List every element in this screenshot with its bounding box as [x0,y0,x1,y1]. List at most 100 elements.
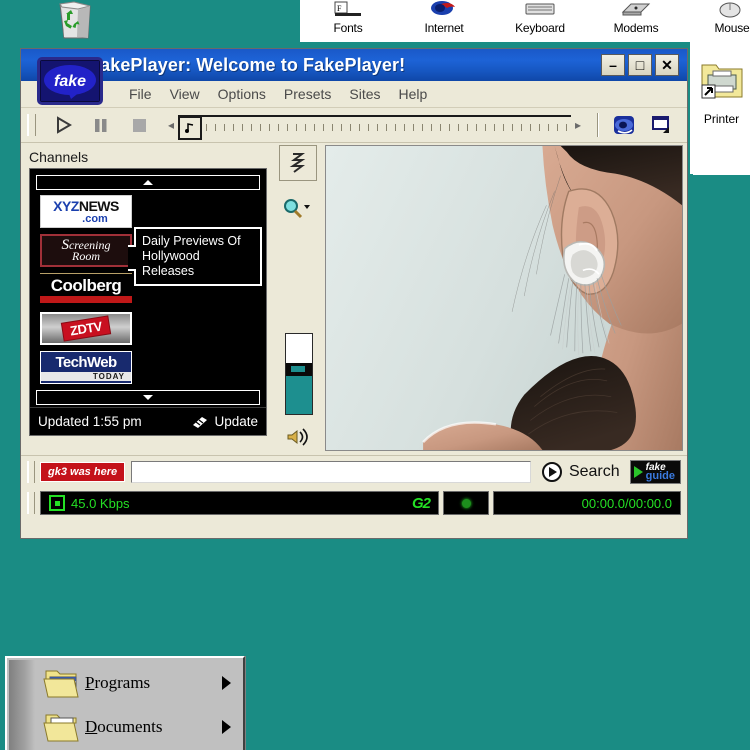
menu-file[interactable]: File [129,86,152,102]
xyz-part: XYZ [53,197,79,214]
internet-icon [396,0,492,20]
volume-track-filled [286,375,312,414]
start-menu-banner [9,660,35,750]
channel-item-xyznews[interactable]: XYZNEWS .com [40,195,132,228]
caret-down-icon [143,395,153,400]
record-dot-icon [461,498,471,508]
control-panel-icon-strip: F Fonts Internet Keyboard Modems Mouse [300,0,750,42]
pause-button[interactable] [82,115,120,135]
status-bar: 45.0 Kbps G2 00:00.0/00:00.0 [21,488,687,520]
screening-room-text: Screening Room [61,237,110,263]
zoom-dropdown-button[interactable] [281,195,317,221]
start-menu: Programs Documents [5,656,245,750]
status-time-panel: 00:00.0/00:00.0 [493,491,681,515]
svg-text:fake: fake [54,73,86,90]
seek-prev-icon[interactable]: ◂ [164,118,178,132]
internet-button[interactable] [605,114,643,136]
window-resize-button[interactable] [643,114,681,136]
cpl-item-mouse[interactable]: Mouse [684,0,750,35]
window-titlebar[interactable]: FakePlayer: Welcome to FakePlayer! – □ ✕ [21,49,687,81]
menu-view[interactable]: View [170,86,200,102]
update-button[interactable]: Update [191,414,258,429]
cpl-item-internet[interactable]: Internet [396,0,492,35]
printers-folder-icon[interactable]: Printer [693,45,750,175]
channels-updated-row: Updated 1:55 pm Update [30,407,266,435]
channels-scroll-up[interactable] [36,175,260,190]
modems-icon [588,0,684,20]
statusbar-grip[interactable] [27,492,35,514]
volume-track-empty [286,334,312,363]
fonts-icon: F [300,0,396,20]
cpl-item-fonts[interactable]: F Fonts [300,0,396,35]
coolberg-text: Coolberg [50,276,122,295]
search-play-icon [541,462,562,482]
searchbar-grip[interactable] [27,461,35,483]
channels-title: Channels [29,149,89,165]
techweb-today: TODAY [41,371,131,381]
desktop: F Fonts Internet Keyboard Modems Mouse P… [0,0,750,750]
techweb-text: TechWeb [55,353,117,371]
volume-slider[interactable] [285,333,313,415]
tooltip-text: Daily Previews Of Hollywood Releases [142,234,241,278]
cpl-item-modems[interactable]: Modems [588,0,684,35]
bitrate-text: 45.0 Kbps [71,495,130,511]
channel-item-screening-room[interactable]: Screening Room [40,234,132,267]
caret-up-icon [143,180,153,185]
menu-options[interactable]: Options [218,86,266,102]
cpl-item-keyboard[interactable]: Keyboard [492,0,588,35]
seek-track[interactable] [178,115,571,140]
volume-thumb[interactable] [286,363,312,375]
signal-icon [49,495,65,511]
documents-label: Documents [85,717,163,736]
status-bitrate-panel: 45.0 Kbps G2 [40,491,439,515]
maximize-button[interactable]: □ [628,54,652,76]
search-input[interactable] [131,461,531,483]
stop-button[interactable] [120,115,158,135]
start-menu-item-programs[interactable]: Programs [39,660,241,706]
channels-pane: Channels XYZNEWS .com Screening Room Coo… [21,143,273,455]
channels-scroll-down[interactable] [36,390,260,405]
fake-guide-button[interactable]: fake guide [629,460,681,484]
seek-bar[interactable]: ◂ ▸ [164,113,585,140]
cpl-label-fonts: Fonts [333,21,363,35]
collapse-panel-button[interactable] [279,145,317,181]
recycle-bin-icon[interactable] [44,0,106,40]
programs-submenu-arrow [222,676,231,690]
seek-ticks [206,124,569,131]
channels-list: XYZNEWS .com Screening Room Coolberg ZDTV [29,168,267,436]
programs-label: Programs [85,673,151,692]
menu-help[interactable]: Help [399,86,428,102]
screening-room-word: Room [71,248,100,263]
update-label: Update [214,414,258,429]
channel-item-techweb[interactable]: TechWeb TODAY [40,351,132,384]
channel-logo-list: XYZNEWS .com Screening Room Coolberg ZDTV [40,195,134,390]
playback-toolbar: ◂ ▸ [21,108,687,143]
channel-tooltip: Daily Previews Of Hollywood Releases [128,227,262,286]
toolbar-grip[interactable] [27,114,36,136]
printers-label: Printer [703,112,740,126]
search-button[interactable]: Search [541,461,620,483]
minimize-button[interactable]: – [601,54,625,76]
side-control-strip [273,143,325,455]
play-button[interactable] [44,115,82,135]
keyboard-icon [492,0,588,20]
status-record-panel [443,491,489,515]
channel-item-coolberg[interactable]: Coolberg [40,273,132,306]
news-part: NEWS [78,197,120,214]
video-display[interactable] [325,145,683,451]
menu-presets[interactable]: Presets [284,86,331,102]
zdtv-text: ZDTV [61,316,111,341]
cpl-label-keyboard: Keyboard [515,21,565,35]
close-button[interactable]: ✕ [655,54,679,76]
guide-words: fake guide [646,463,675,482]
toolbar-separator [597,113,599,137]
seek-thumb[interactable] [178,116,203,140]
tooltip-notch [128,245,136,271]
cpl-label-internet: Internet [424,21,464,35]
start-menu-item-documents[interactable]: Documents [39,704,241,750]
seek-next-icon[interactable]: ▸ [571,118,585,132]
menu-sites[interactable]: Sites [349,86,380,102]
magnifier-icon [284,199,310,219]
channel-item-zdtv[interactable]: ZDTV [40,312,132,345]
mute-icon[interactable] [283,425,313,449]
